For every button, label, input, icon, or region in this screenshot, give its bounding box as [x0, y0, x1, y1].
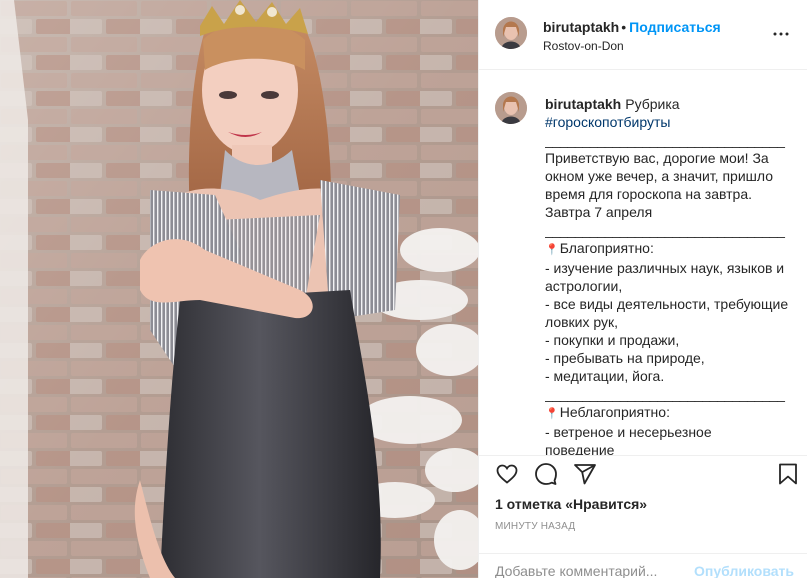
- follow-button[interactable]: Подписаться: [629, 19, 721, 35]
- divider-line: ________________________________: [545, 222, 785, 238]
- share-icon[interactable]: [573, 462, 597, 486]
- caption-username[interactable]: birutaptakh: [545, 96, 621, 112]
- caption-avatar[interactable]: [495, 92, 527, 124]
- unfavorable-title: Неблагоприятно:: [559, 404, 670, 420]
- favorable-line: астрологии,: [545, 278, 623, 294]
- greeting-line-3: время для гороскопа на завтра.: [545, 186, 753, 202]
- unfavorable-line: поведение: [545, 442, 615, 455]
- favorable-title: Благоприятно:: [559, 240, 654, 256]
- comments-area[interactable]: birutaptakh Рубрика #гороскопотбируты ___…: [479, 71, 807, 455]
- unfavorable-line: - ветреное и несерьезное: [545, 424, 712, 440]
- likes-count[interactable]: 1 отметка «Нравится»: [495, 496, 647, 512]
- favorable-line: ловких рук,: [545, 314, 619, 330]
- post-header: birutaptakh • Подписаться Rostov-on-Don: [479, 0, 807, 70]
- hashtag-link[interactable]: #гороскопотбируты: [545, 113, 793, 131]
- comment-input[interactable]: [495, 563, 715, 578]
- favorable-line: - пребывать на природе,: [545, 350, 705, 366]
- favorable-line: - медитации, йога.: [545, 368, 665, 384]
- post-photo[interactable]: [0, 0, 478, 578]
- bookmark-icon[interactable]: [776, 462, 800, 486]
- post-timestamp[interactable]: МИНУТУ НАЗАД: [495, 521, 575, 532]
- favorable-line: - изучение различных наук, языков и: [545, 260, 785, 276]
- post-actions: 1 отметка «Нравится» МИНУТУ НАЗАД Опубли…: [479, 455, 807, 578]
- comment-form: Опубликовать: [479, 553, 807, 578]
- post-side-panel: birutaptakh • Подписаться Rostov-on-Don bi…: [478, 0, 807, 578]
- location-link[interactable]: Rostov-on-Don: [543, 39, 721, 53]
- greeting-line-1: Приветствую вас, дорогие мои! За: [545, 150, 769, 166]
- greeting-line-4: Завтра 7 апреля: [545, 204, 653, 220]
- favorable-line: - покупки и продажи,: [545, 332, 680, 348]
- avatar[interactable]: [495, 17, 527, 49]
- favorable-line: - все виды деятельности, требующие: [545, 296, 789, 312]
- heart-icon[interactable]: [495, 462, 519, 486]
- divider-line: ________________________________: [545, 386, 785, 402]
- pushpin-icon: 📍: [545, 244, 559, 256]
- comment-icon[interactable]: [534, 462, 558, 486]
- pushpin-icon: 📍: [545, 408, 559, 420]
- caption-lead: Рубрика: [625, 96, 680, 112]
- publish-button[interactable]: Опубликовать: [694, 563, 794, 578]
- greeting-line-2: окном уже вечер, а значит, пришло: [545, 168, 773, 184]
- separator-dot: •: [621, 19, 627, 35]
- username-link[interactable]: birutaptakh: [543, 19, 619, 35]
- divider-line: ________________________________: [545, 132, 785, 148]
- post-caption: birutaptakh Рубрика #гороскопотбируты ___…: [545, 95, 793, 455]
- photo-image: [0, 0, 478, 578]
- more-options-icon[interactable]: [769, 22, 793, 46]
